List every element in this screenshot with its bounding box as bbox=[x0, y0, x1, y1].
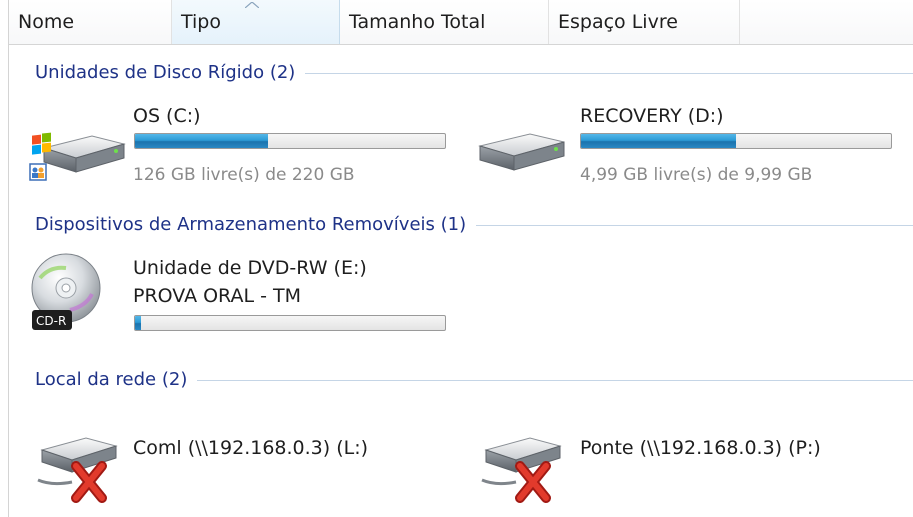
column-header-tamanho-total[interactable]: Tamanho Total bbox=[340, 0, 549, 44]
network-drive-item-ponte-p[interactable]: Ponte (\\192.168.0.3) (P:) bbox=[470, 420, 900, 510]
column-header-label: Espaço Livre bbox=[558, 11, 678, 33]
group-label: Dispositivos de Armazenamento Removíveis… bbox=[35, 213, 477, 237]
cd-r-badge: CD-R bbox=[36, 314, 67, 328]
column-header-nome[interactable]: Nome bbox=[9, 0, 172, 44]
disconnected-network-drive-icon bbox=[481, 437, 562, 503]
drive-free-space: 126 GB livre(s) de 220 GB bbox=[133, 165, 355, 185]
group-header-network[interactable]: Local da rede (2) bbox=[9, 368, 913, 392]
hard-drive-icon bbox=[478, 133, 565, 171]
group-label: Local da rede (2) bbox=[35, 368, 198, 392]
drive-usage-fill bbox=[135, 134, 269, 148]
drive-item-dvd-rw-e[interactable]: CD-R Unidade de DVD-RW (E:) PROVA ORAL -… bbox=[28, 244, 458, 344]
drive-name: Coml (\\192.168.0.3) (L:) bbox=[133, 437, 369, 459]
volume-label: PROVA ORAL - TM bbox=[133, 285, 302, 307]
group-header-hard-disks[interactable]: Unidades de Disco Rígido (2) bbox=[9, 61, 913, 85]
drive-usage-bar bbox=[134, 315, 446, 331]
drive-item-recovery-d[interactable]: RECOVERY (D:) 4,99 GB livre(s) de 9,99 G… bbox=[470, 100, 900, 192]
drive-name: OS (C:) bbox=[133, 105, 201, 127]
group-label: Unidades de Disco Rígido (2) bbox=[35, 61, 306, 85]
drive-free-space: 4,99 GB livre(s) de 9,99 GB bbox=[580, 165, 813, 185]
column-header-label: Tipo bbox=[181, 11, 221, 33]
drive-usage-fill bbox=[581, 134, 736, 148]
column-header-espaco-livre[interactable]: Espaço Livre bbox=[549, 0, 740, 44]
column-header-tipo[interactable]: Tipo bbox=[172, 0, 340, 44]
system-drive-icon bbox=[29, 132, 126, 181]
column-header-row: Nome Tipo Tamanho Total Espaço Livre bbox=[9, 0, 913, 45]
disconnected-network-drive-icon bbox=[37, 437, 118, 503]
column-header-label: Tamanho Total bbox=[349, 11, 486, 33]
drive-name: Unidade de DVD-RW (E:) bbox=[133, 257, 367, 279]
sort-ascending-icon bbox=[245, 2, 259, 8]
column-header-label: Nome bbox=[18, 11, 75, 33]
drive-usage-fill bbox=[135, 316, 142, 330]
drive-name: RECOVERY (D:) bbox=[580, 105, 724, 127]
column-header-empty bbox=[740, 0, 913, 44]
drive-item-os-c[interactable]: OS (C:) 126 GB livre(s) de 220 GB bbox=[28, 100, 458, 192]
drive-usage-bar bbox=[580, 133, 892, 149]
drive-usage-bar bbox=[134, 133, 446, 149]
group-header-removable[interactable]: Dispositivos de Armazenamento Removíveis… bbox=[9, 213, 913, 237]
network-drive-item-coml-l[interactable]: Coml (\\192.168.0.3) (L:) bbox=[28, 420, 458, 510]
drive-name: Ponte (\\192.168.0.3) (P:) bbox=[580, 437, 821, 459]
